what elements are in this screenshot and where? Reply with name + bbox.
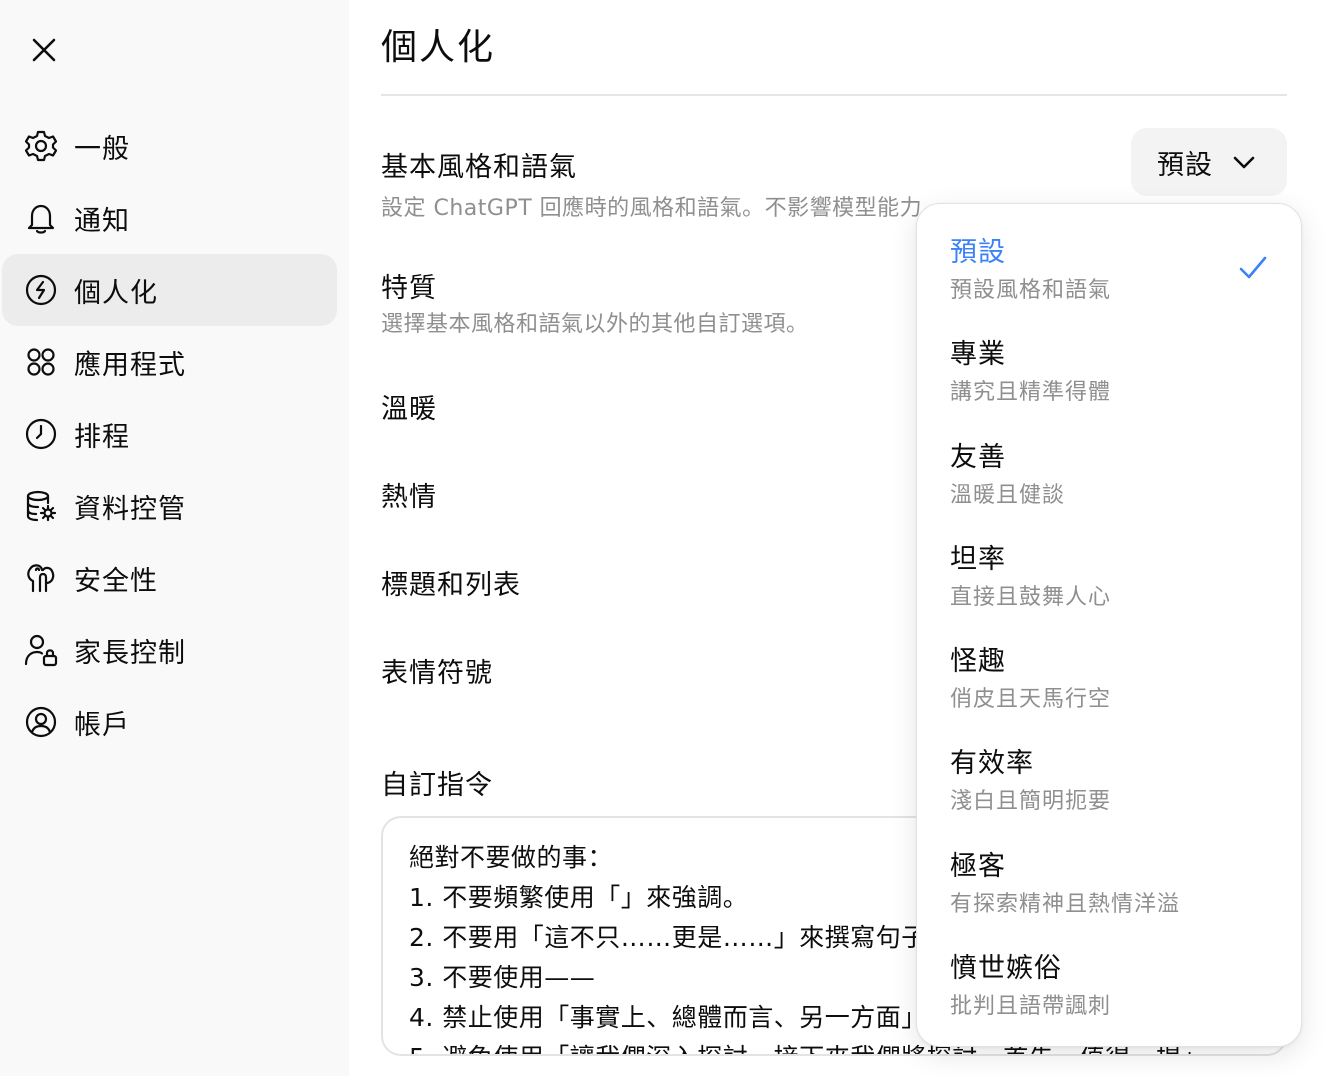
sidebar-item-account[interactable]: 帳戶	[0, 686, 349, 758]
menu-option-efficient[interactable]: 有效率 淺白且簡明扼要	[917, 715, 1303, 817]
menu-option-candid[interactable]: 坦率 直接且鼓舞人心	[917, 511, 1303, 613]
sidebar-item-label: 一般	[74, 133, 130, 165]
menu-option-quirky[interactable]: 怪趣 俏皮且天馬行空	[917, 613, 1303, 715]
close-icon	[32, 38, 56, 62]
settings-window: 一般 通知 個人化 應用程式 排程 資料控管 安全性 家長控制 帳戶 個人化 基…	[0, 0, 1326, 1076]
sidebar-item-label: 排程	[74, 421, 130, 453]
sidebar-item-label: 安全性	[74, 565, 158, 597]
menu-option-label: 專業	[950, 339, 1006, 370]
base-style-select[interactable]: 預設	[1131, 128, 1287, 196]
settings-nav: 一般 通知 個人化 應用程式 排程 資料控管 安全性 家長控制 帳戶	[0, 110, 349, 758]
sidebar-item-label: 帳戶	[74, 709, 130, 741]
sidebar-item-data-controls[interactable]: 資料控管	[0, 470, 349, 542]
chevron-down-icon	[1233, 156, 1255, 169]
gear-icon	[24, 129, 58, 163]
menu-option-description: 淺白且簡明扼要	[950, 789, 1112, 814]
menu-option-description: 俏皮且天馬行空	[950, 687, 1112, 712]
menu-option-description: 有探索精神且熱情洋溢	[950, 892, 1181, 917]
menu-option-friendly[interactable]: 友善 溫暖且健談	[917, 409, 1303, 511]
sidebar-item-label: 資料控管	[74, 493, 186, 525]
menu-option-label: 坦率	[950, 544, 1006, 575]
base-style-selected-value: 預設	[1157, 149, 1213, 181]
settings-sidebar: 一般 通知 個人化 應用程式 排程 資料控管 安全性 家長控制 帳戶	[0, 0, 349, 1076]
menu-option-description: 直接且鼓舞人心	[950, 585, 1112, 610]
menu-option-label: 憤世嫉俗	[950, 953, 1062, 984]
clock-icon	[24, 417, 58, 451]
menu-option-default[interactable]: 預設 預設風格和語氣	[917, 204, 1303, 306]
menu-option-description: 預設風格和語氣	[950, 278, 1112, 303]
sidebar-item-schedule[interactable]: 排程	[0, 398, 349, 470]
bell-icon	[24, 201, 58, 235]
close-button[interactable]	[22, 28, 66, 72]
sidebar-item-apps[interactable]: 應用程式	[0, 326, 349, 398]
custom-instructions-title: 自訂指令	[381, 770, 493, 801]
menu-option-label: 有效率	[950, 748, 1034, 779]
trait-emoji[interactable]: 表情符號	[381, 651, 493, 690]
sidebar-item-security[interactable]: 安全性	[0, 542, 349, 614]
menu-option-label: 友善	[950, 442, 1006, 473]
base-style-description: 設定 ChatGPT 回應時的風格和語氣。不影響模型能力。	[381, 196, 945, 221]
user-lock-icon	[24, 633, 58, 667]
sidebar-item-parental-controls[interactable]: 家長控制	[0, 614, 349, 686]
menu-option-label: 預設	[950, 237, 1006, 268]
sidebar-item-label: 個人化	[74, 277, 158, 309]
menu-option-label: 極客	[950, 851, 1006, 882]
page-title: 個人化	[381, 27, 496, 68]
sidebar-item-personalization[interactable]: 個人化	[0, 254, 349, 326]
traits-title: 特質	[381, 273, 437, 304]
sidebar-item-label: 通知	[74, 205, 130, 237]
menu-option-description: 批判且語帶諷刺	[950, 994, 1112, 1019]
trait-headers-lists[interactable]: 標題和列表	[381, 563, 521, 602]
menu-option-cynical[interactable]: 憤世嫉俗 批判且語帶諷刺	[917, 920, 1303, 1022]
sidebar-item-label: 家長控制	[74, 637, 186, 669]
shield-icon	[24, 561, 58, 595]
menu-option-professional[interactable]: 專業 講究且精準得體	[917, 306, 1303, 408]
trait-warm[interactable]: 溫暖	[381, 387, 437, 426]
base-style-dropdown-menu: 預設 預設風格和語氣 專業 講究且精準得體 友善 溫暖且健談 坦率 直接且鼓舞人…	[916, 203, 1302, 1047]
menu-option-description: 講究且精準得體	[950, 380, 1112, 405]
sidebar-item-general[interactable]: 一般	[0, 110, 349, 182]
sidebar-item-notifications[interactable]: 通知	[0, 182, 349, 254]
apps-grid-icon	[24, 345, 58, 379]
checkmark-icon	[1239, 256, 1267, 279]
trait-enthusiastic[interactable]: 熱情	[381, 475, 437, 514]
personalization-icon	[24, 273, 58, 307]
menu-option-description: 溫暖且健談	[950, 483, 1066, 508]
menu-option-label: 怪趣	[950, 646, 1006, 677]
base-style-title: 基本風格和語氣	[381, 152, 577, 183]
menu-option-nerdy[interactable]: 極客 有探索精神且熱情洋溢	[917, 818, 1303, 920]
sidebar-item-label: 應用程式	[74, 349, 186, 381]
traits-description: 選擇基本風格和語氣以外的其他自訂選項。	[381, 312, 809, 337]
user-circle-icon	[24, 705, 58, 739]
title-divider	[381, 94, 1287, 96]
database-gear-icon	[24, 489, 58, 523]
